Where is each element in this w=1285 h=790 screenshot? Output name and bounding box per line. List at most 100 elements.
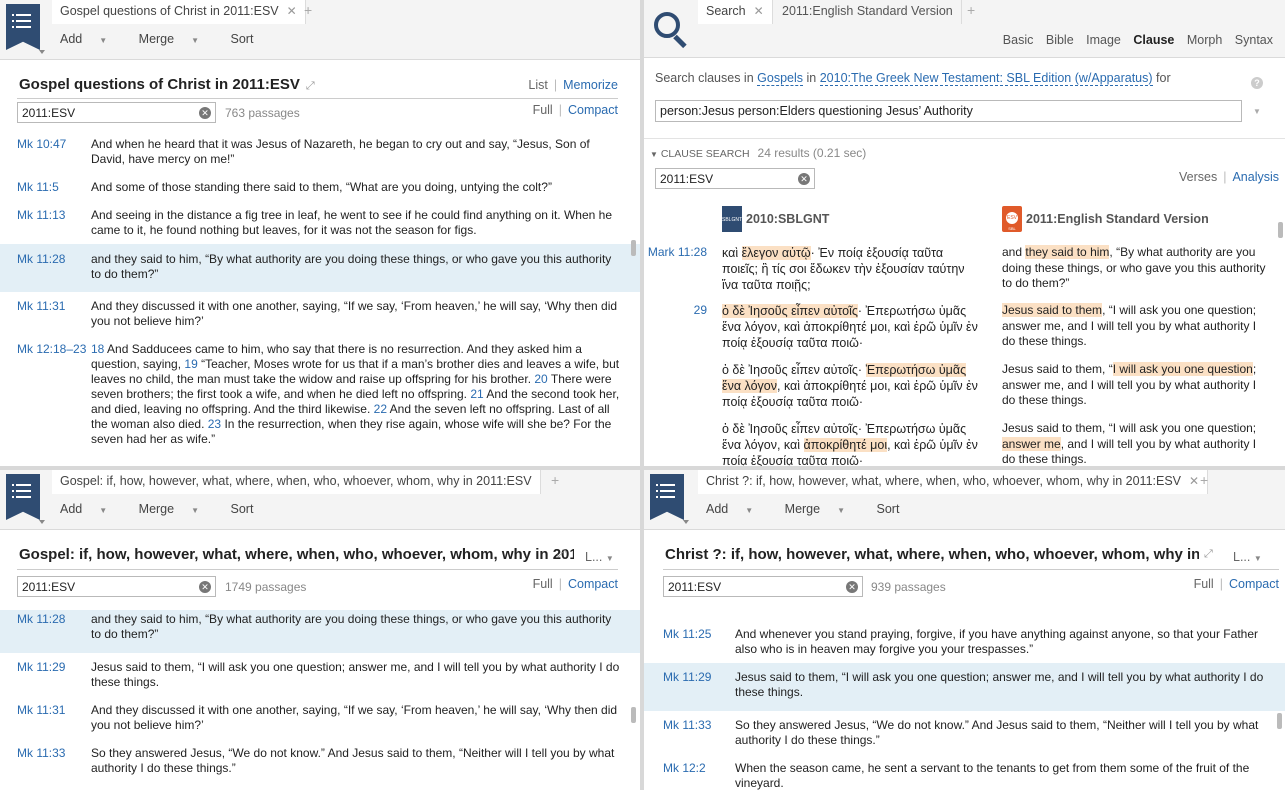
table-row[interactable]: Mk 11:25 And whenever you stand praying, … bbox=[644, 620, 1285, 663]
table-row[interactable]: Mk 12:18–23 18 And Sadducees came to him… bbox=[0, 335, 640, 453]
compact-link[interactable]: Compact bbox=[568, 577, 618, 591]
edit-icon[interactable]: ⤢ bbox=[306, 80, 315, 92]
mode-clause[interactable]: Clause bbox=[1133, 33, 1174, 47]
verses-link[interactable]: Verses bbox=[1179, 170, 1217, 184]
tab-esv[interactable]: 2011:English Standard Version bbox=[774, 0, 962, 24]
row-ref[interactable]: Mk 11:29 bbox=[0, 660, 91, 690]
filter-input[interactable]: 2011:ESV ✕ bbox=[17, 102, 216, 123]
table-row[interactable]: Mk 10:47 And when he heard that it was Je… bbox=[0, 130, 640, 173]
passage-list-icon[interactable] bbox=[650, 474, 684, 520]
mode-basic[interactable]: Basic bbox=[1003, 33, 1034, 47]
scrollbar[interactable] bbox=[631, 707, 636, 723]
mode-morph[interactable]: Morph bbox=[1187, 33, 1222, 47]
mode-syntax[interactable]: Syntax bbox=[1235, 33, 1273, 47]
analysis-link[interactable]: Analysis bbox=[1232, 170, 1279, 184]
row-ref[interactable]: Mk 11:25 bbox=[644, 627, 735, 657]
chevron-down-icon[interactable]: ▼ bbox=[1253, 107, 1261, 116]
passage-list-icon[interactable] bbox=[6, 474, 40, 520]
row-ref[interactable]: 29 bbox=[647, 303, 707, 317]
add-tab-icon[interactable]: + bbox=[304, 2, 312, 18]
row-ref[interactable]: Mk 11:31 bbox=[0, 299, 91, 329]
row-ref[interactable]: Mk 11:29 bbox=[644, 670, 735, 700]
row-text: When the season came, he sent a servant … bbox=[735, 761, 1250, 790]
full-link[interactable]: Full bbox=[533, 103, 553, 117]
full-link[interactable]: Full bbox=[533, 577, 553, 591]
row-ref[interactable]: Mk 12:2 bbox=[644, 761, 735, 790]
add-tab-icon[interactable]: + bbox=[967, 2, 975, 18]
add-button[interactable]: Add ▼ bbox=[60, 32, 121, 46]
view-dropdown[interactable]: L... ▼ bbox=[1233, 550, 1262, 564]
table-row-selected[interactable]: Mk 11:29 Jesus said to them, “I will ask … bbox=[644, 663, 1285, 711]
add-tab-icon[interactable]: + bbox=[1200, 472, 1208, 488]
row-ref[interactable]: Mk 11:28 bbox=[0, 612, 91, 642]
scrollbar[interactable] bbox=[1277, 713, 1282, 729]
table-row-selected[interactable]: Mk 11:28 and they said to him, “By what a… bbox=[0, 610, 640, 653]
version-dropdown[interactable]: 2010:The Greek New Testament: SBL Editio… bbox=[819, 71, 1153, 86]
table-row[interactable]: Mk 11:13 And seeing in the distance a fig… bbox=[0, 201, 640, 244]
view-links: Verses | Analysis bbox=[1178, 170, 1279, 184]
view-dropdown[interactable]: L... ▼ bbox=[585, 550, 614, 564]
row-ref[interactable]: Mk 11:13 bbox=[0, 208, 91, 238]
table-row-selected[interactable]: Mk 11:28 and they said to him, “By what a… bbox=[0, 244, 640, 292]
add-button[interactable]: Add ▼ bbox=[706, 502, 767, 516]
table-row[interactable]: Mk 11:33 So they answered Jesus, “We do n… bbox=[0, 739, 640, 782]
panel-menu-caret[interactable] bbox=[39, 520, 45, 524]
row-ref[interactable]: Mk 11:33 bbox=[644, 718, 735, 748]
help-icon[interactable]: ? bbox=[1251, 77, 1263, 89]
clear-icon[interactable]: ✕ bbox=[798, 173, 810, 185]
edit-icon[interactable]: ⤢ bbox=[1204, 548, 1213, 561]
merge-button[interactable]: Merge ▼ bbox=[139, 32, 213, 46]
merge-button[interactable]: Merge ▼ bbox=[785, 502, 859, 516]
sort-button[interactable]: Sort bbox=[231, 32, 254, 46]
table-row[interactable]: Mk 11:31 And they discussed it with one a… bbox=[0, 292, 640, 335]
mode-bible[interactable]: Bible bbox=[1046, 33, 1074, 47]
edit-icon[interactable]: ⤢ bbox=[557, 548, 566, 561]
table-row[interactable]: Mk 11:33 So they answered Jesus, “We do n… bbox=[644, 711, 1285, 754]
close-icon[interactable]: ✕ bbox=[287, 4, 297, 18]
format-links: Full | Compact bbox=[532, 577, 618, 591]
tab-passage-list[interactable]: Gospel: if, how, however, what, where, w… bbox=[52, 470, 541, 494]
search-input[interactable]: person:Jesus person:Elders questioning J… bbox=[655, 100, 1242, 122]
clause-search-header[interactable]: ▼ CLAUSE SEARCH 24 results (0.21 sec) bbox=[650, 146, 866, 160]
tab-passage-list[interactable]: Christ ?: if, how, however, what, where,… bbox=[698, 470, 1209, 494]
add-button[interactable]: Add ▼ bbox=[60, 502, 121, 516]
table-row[interactable]: Mk 11:31 And they discussed it with one a… bbox=[0, 696, 640, 739]
list-link[interactable]: List bbox=[528, 78, 547, 92]
scrollbar[interactable] bbox=[1278, 222, 1283, 238]
panel-menu-caret[interactable] bbox=[39, 50, 45, 54]
scope-dropdown[interactable]: Gospels bbox=[757, 71, 804, 86]
memorize-link[interactable]: Memorize bbox=[563, 78, 618, 92]
row-ref[interactable]: Mk 11:33 bbox=[0, 746, 91, 776]
sort-button[interactable]: Sort bbox=[231, 502, 254, 516]
clear-icon[interactable]: ✕ bbox=[199, 581, 211, 593]
merge-button[interactable]: Merge ▼ bbox=[139, 502, 213, 516]
filter-input[interactable]: 2011:ESV ✕ bbox=[17, 576, 216, 597]
row-ref[interactable]: Mk 11:28 bbox=[0, 252, 91, 282]
panel-menu-caret[interactable] bbox=[683, 520, 689, 524]
close-icon[interactable]: ✕ bbox=[1189, 474, 1199, 488]
table-row[interactable]: Mk 11:5 And some of those standing there … bbox=[0, 173, 640, 201]
compact-link[interactable]: Compact bbox=[568, 103, 618, 117]
row-ref[interactable]: Mk 10:47 bbox=[0, 137, 91, 167]
row-ref[interactable]: Mk 11:5 bbox=[0, 180, 91, 195]
table-row[interactable]: Mk 11:29 Jesus said to them, “I will ask … bbox=[0, 653, 640, 696]
row-ref[interactable]: Mark 11:28 bbox=[647, 245, 707, 259]
add-tab-icon[interactable]: + bbox=[551, 472, 559, 488]
table-row[interactable]: Mk 12:2 When the season came, he sent a s… bbox=[644, 754, 1285, 790]
scrollbar[interactable] bbox=[631, 240, 636, 256]
filter-input[interactable]: 2011:ESV ✕ bbox=[663, 576, 863, 597]
row-ref[interactable]: Mk 11:31 bbox=[0, 703, 91, 733]
filter-input[interactable]: 2011:ESV ✕ bbox=[655, 168, 815, 189]
clear-icon[interactable]: ✕ bbox=[846, 581, 858, 593]
row-ref[interactable]: Mk 12:18–23 bbox=[0, 342, 91, 447]
close-icon[interactable]: ✕ bbox=[754, 4, 764, 18]
compact-link[interactable]: Compact bbox=[1229, 577, 1279, 591]
passage-list-icon[interactable] bbox=[6, 4, 40, 50]
sort-button[interactable]: Sort bbox=[877, 502, 900, 516]
clear-icon[interactable]: ✕ bbox=[199, 107, 211, 119]
full-link[interactable]: Full bbox=[1194, 577, 1214, 591]
tab-passage-list[interactable]: Gospel questions of Christ in 2011:ESV ✕ bbox=[52, 0, 306, 24]
tab-search[interactable]: Search ✕ bbox=[698, 0, 773, 24]
row-text: And they discussed it with one another, … bbox=[91, 703, 618, 732]
mode-image[interactable]: Image bbox=[1086, 33, 1121, 47]
